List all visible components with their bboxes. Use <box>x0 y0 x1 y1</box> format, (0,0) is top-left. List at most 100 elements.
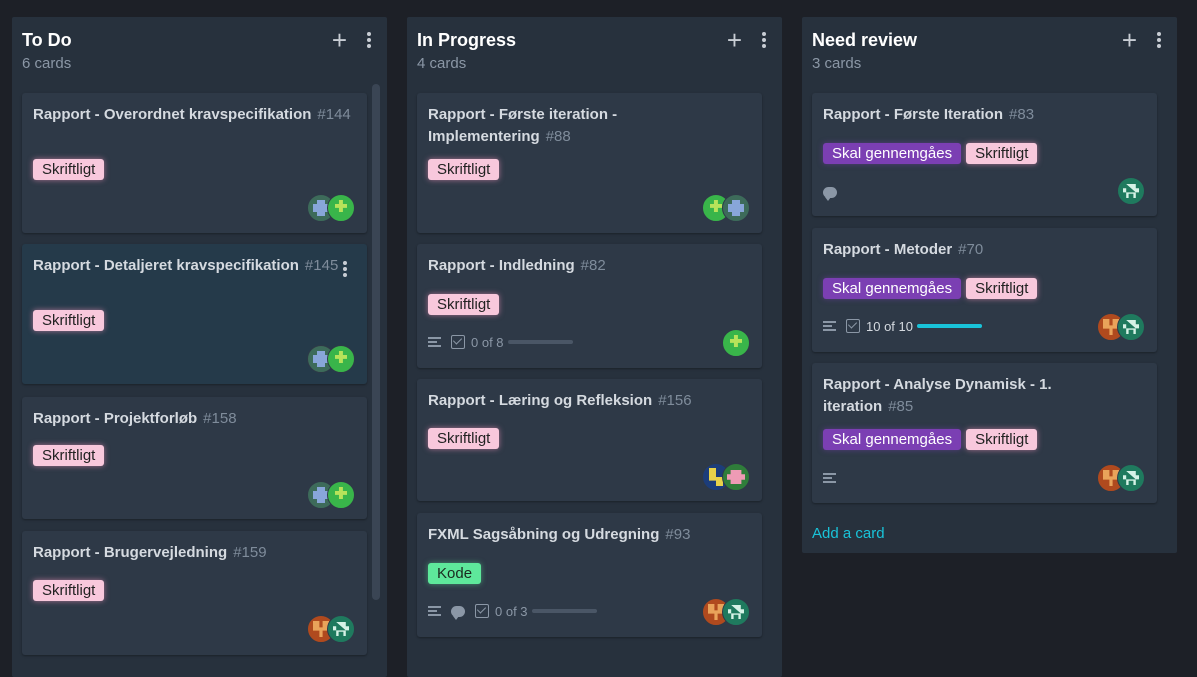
column-menu-kebab-icon[interactable] <box>367 30 371 50</box>
card-title: Rapport - Første Iteration #83 <box>823 106 1035 123</box>
card-assignees <box>1097 313 1145 341</box>
avatar[interactable] <box>327 481 355 509</box>
card[interactable]: Rapport - Indledning #82 Skriftligt 0 of … <box>417 244 762 368</box>
comment-icon <box>823 186 837 201</box>
card-title: FXML Sagsåbning og Udregning #93 <box>428 526 691 543</box>
column-title: To Do <box>22 30 72 50</box>
checklist-progress-fill <box>917 324 982 328</box>
card-title: Rapport - Metoder #70 <box>823 241 984 258</box>
add-card-plus-icon[interactable]: + <box>727 26 742 54</box>
label-skriftligt: Skriftligt <box>33 310 105 331</box>
card-badges: 0 of 8 <box>428 333 573 351</box>
checklist-icon <box>451 335 465 349</box>
card[interactable]: Rapport - Detaljeret kravspecifikation #1… <box>22 244 367 384</box>
avatar[interactable] <box>327 615 355 643</box>
description-icon <box>428 336 441 348</box>
label-skriftligt: Skriftligt <box>33 445 105 466</box>
column-card-count: 4 cards <box>417 55 467 72</box>
avatar[interactable] <box>1117 313 1145 341</box>
card-assignees <box>702 463 750 491</box>
card-badges <box>823 469 846 487</box>
card[interactable]: Rapport - Læring og Refleksion #156 Skrif… <box>417 379 762 501</box>
card-assignees <box>1097 464 1145 492</box>
card-assignees <box>702 598 750 626</box>
comment-icon <box>451 605 465 620</box>
column-header: Need review 3 cards + <box>812 26 1167 74</box>
column-title: Need review <box>812 30 918 50</box>
card-badges: 0 of 3 <box>428 602 597 620</box>
card-assignees <box>307 194 355 222</box>
avatar[interactable] <box>722 463 750 491</box>
card-labels: Skriftligt <box>33 445 105 466</box>
card-assignees <box>722 329 750 357</box>
card[interactable]: Rapport - Brugervejledning #159 Skriftlig… <box>22 531 367 655</box>
card[interactable]: FXML Sagsåbning og Udregning #93 Kode 0 o… <box>417 513 762 637</box>
card-title: Rapport - Indledning #82 <box>428 257 606 274</box>
card-title: Rapport - Detaljeret kravspecifikation #1… <box>33 257 339 274</box>
checklist-icon <box>475 604 489 618</box>
column-to-do: To Do 6 cards + Rapport - Overordnet kra… <box>12 17 387 677</box>
label-skriftligt: Skriftligt <box>966 143 1038 164</box>
label-skriftligt: Skriftligt <box>966 429 1038 450</box>
column-in-progress: In Progress 4 cards + Rapport - Første i… <box>407 17 782 677</box>
card-badges <box>823 183 847 201</box>
label-skal-gennemgaes: Skal gennemgåes <box>823 429 962 450</box>
label-skriftligt: Skriftligt <box>428 159 500 180</box>
checklist-progress <box>531 609 597 613</box>
card[interactable]: Rapport - Projektforløb #158 Skriftligt <box>22 397 367 519</box>
checklist-count: 0 of 8 <box>471 334 504 350</box>
card[interactable]: Rapport - Første iteration - Implementer… <box>417 93 762 233</box>
column-menu-kebab-icon[interactable] <box>762 30 766 50</box>
card-labels: Skriftligt <box>428 159 500 180</box>
card-menu-kebab-icon[interactable] <box>343 260 347 277</box>
checklist-progress <box>917 324 982 328</box>
label-skriftligt: Skriftligt <box>966 278 1038 299</box>
card-labels: Skriftligt <box>428 294 500 315</box>
column-menu-kebab-icon[interactable] <box>1157 30 1161 50</box>
card-labels: Skriftligt <box>428 428 500 449</box>
description-icon <box>428 605 441 617</box>
checklist-count: 0 of 3 <box>495 603 528 619</box>
description-icon <box>823 472 836 484</box>
card-title: Rapport - Analyse Dynamisk - 1. iteratio… <box>823 376 1052 415</box>
card-labels: Skriftligt <box>33 580 105 601</box>
card-assignees <box>307 345 355 373</box>
card[interactable]: Rapport - Overordnet kravspecifikation #1… <box>22 93 367 233</box>
add-card-plus-icon[interactable]: + <box>332 26 347 54</box>
avatar[interactable] <box>1117 464 1145 492</box>
card[interactable]: Rapport - Analyse Dynamisk - 1. iteratio… <box>812 363 1157 503</box>
column-scrollbar[interactable] <box>372 84 380 600</box>
add-card-plus-icon[interactable]: + <box>1122 26 1137 54</box>
column-header: To Do 6 cards + <box>22 26 377 74</box>
label-skriftligt: Skriftligt <box>428 428 500 449</box>
card-assignees <box>307 615 355 643</box>
card-title: Rapport - Overordnet kravspecifikation #1… <box>33 106 351 123</box>
card-labels: Kode <box>428 563 482 584</box>
card-labels: Skal gennemgåes Skriftligt <box>823 278 1038 299</box>
column-title: In Progress <box>417 30 517 50</box>
avatar[interactable] <box>327 194 355 222</box>
avatar[interactable] <box>722 194 750 222</box>
card-title: Rapport - Første iteration - Implementer… <box>428 106 618 145</box>
card-title: Rapport - Læring og Refleksion #156 <box>428 392 692 409</box>
column-card-count: 6 cards <box>22 55 72 72</box>
avatar[interactable] <box>722 329 750 357</box>
card-labels: Skal gennemgåes Skriftligt <box>823 143 1038 164</box>
label-skal-gennemgaes: Skal gennemgåes <box>823 143 962 164</box>
card-labels: Skriftligt <box>33 310 105 331</box>
column-need-review: Need review 3 cards + Rapport - Første I… <box>802 17 1177 553</box>
card[interactable]: Rapport - Metoder #70 Skal gennemgåes Skr… <box>812 228 1157 352</box>
card-badges: 10 of 10 <box>823 317 982 335</box>
checklist-progress <box>507 340 573 344</box>
card[interactable]: Rapport - Første Iteration #83 Skal genne… <box>812 93 1157 216</box>
column-card-count: 3 cards <box>812 55 862 72</box>
label-kode: Kode <box>428 563 482 584</box>
card-labels: Skriftligt <box>33 159 105 180</box>
add-card-link[interactable]: Add a card <box>812 525 885 542</box>
checklist-count: 10 of 10 <box>866 318 913 334</box>
label-skriftligt: Skriftligt <box>428 294 500 315</box>
avatar[interactable] <box>722 598 750 626</box>
card-title: Rapport - Projektforløb #158 <box>33 410 237 427</box>
avatar[interactable] <box>1117 177 1145 205</box>
avatar[interactable] <box>327 345 355 373</box>
